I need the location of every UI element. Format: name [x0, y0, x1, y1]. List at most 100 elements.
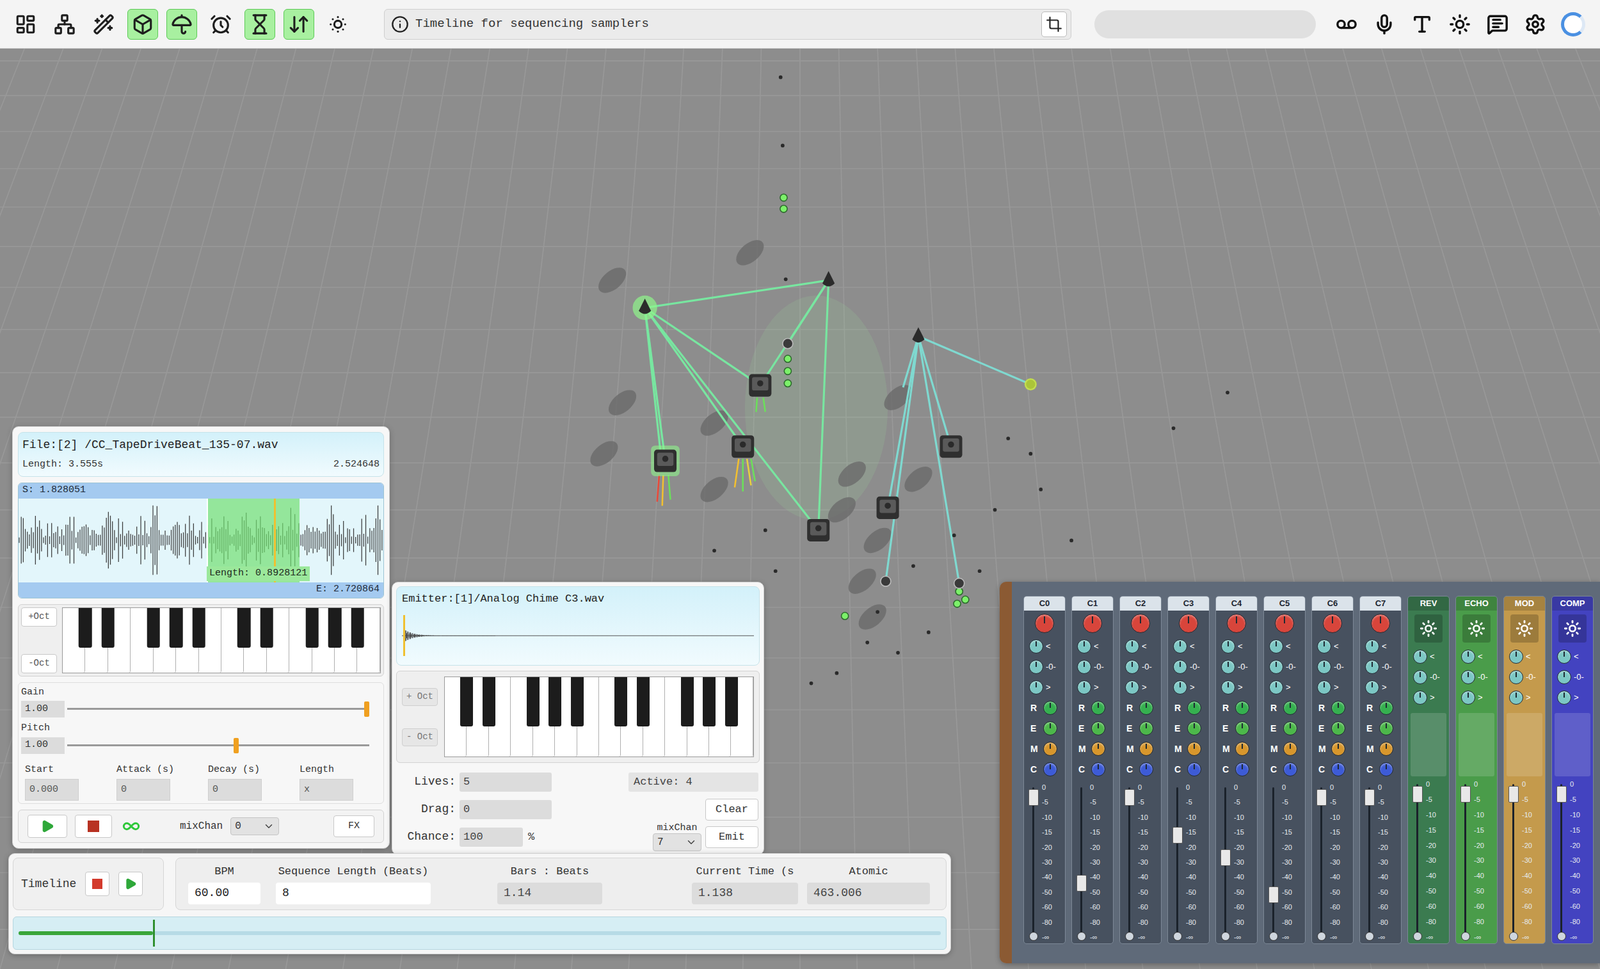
black-key[interactable] [101, 608, 116, 649]
knob[interactable] [1139, 700, 1154, 715]
drag-input[interactable]: 0 [459, 800, 552, 820]
clear-button[interactable]: Clear [705, 798, 759, 821]
knob[interactable] [1331, 762, 1346, 777]
knob[interactable] [1283, 741, 1298, 756]
black-key[interactable] [78, 608, 93, 649]
knob[interactable] [1331, 721, 1346, 736]
knob[interactable] [1029, 680, 1044, 695]
start-bar[interactable]: S: 1.828051 [18, 483, 384, 499]
knob[interactable] [1235, 721, 1250, 736]
knob[interactable] [1557, 670, 1572, 685]
loop-button[interactable] [119, 814, 143, 838]
stop-button[interactable] [74, 814, 112, 838]
knob[interactable] [1331, 741, 1346, 756]
knob[interactable] [1379, 741, 1394, 756]
fader[interactable]: 0-5-10-15-20-30-40-50-60-80-∞ [1120, 779, 1161, 944]
knob[interactable] [1125, 639, 1140, 654]
black-key[interactable] [305, 608, 319, 649]
knob[interactable] [1322, 613, 1343, 633]
timeline-scrubber[interactable] [12, 916, 947, 950]
knob[interactable] [1269, 659, 1284, 674]
knob[interactable] [1077, 659, 1092, 674]
tool-button[interactable] [166, 8, 198, 40]
fader[interactable]: 0-5-10-15-20-30-40-50-60-80-∞ [1024, 779, 1065, 944]
black-key[interactable] [614, 677, 628, 727]
fader-thumb[interactable] [1556, 785, 1567, 803]
tool-button[interactable] [1406, 8, 1438, 40]
timeline-play-button[interactable] [118, 871, 143, 896]
knob[interactable] [1034, 613, 1055, 633]
knob[interactable] [1283, 700, 1298, 715]
slider-thumb[interactable] [364, 701, 370, 717]
knob[interactable] [1365, 680, 1380, 695]
knob[interactable] [1274, 613, 1295, 633]
knob[interactable] [1509, 670, 1524, 685]
fader-thumb[interactable] [1076, 874, 1087, 892]
knob[interactable] [1077, 639, 1092, 654]
knob[interactable] [1187, 721, 1202, 736]
effect-settings-button[interactable] [1510, 614, 1539, 643]
timeline-playhead[interactable] [152, 919, 155, 947]
knob[interactable] [1461, 649, 1476, 664]
field-value[interactable]: 8 [275, 882, 431, 905]
tool-button[interactable] [1331, 8, 1362, 40]
effect-settings-button[interactable] [1462, 614, 1491, 643]
black-key[interactable] [237, 608, 251, 649]
effect-settings-button[interactable] [1558, 614, 1587, 643]
tool-button[interactable] [1557, 8, 1589, 40]
piano-keyboard[interactable] [444, 676, 754, 758]
black-key[interactable] [146, 608, 160, 649]
black-key[interactable] [570, 677, 584, 727]
knob[interactable] [1331, 700, 1346, 715]
knob[interactable] [1043, 721, 1058, 736]
knob[interactable] [1509, 649, 1524, 664]
knob[interactable] [1173, 639, 1188, 654]
octave-down-button[interactable]: -Oct [21, 654, 57, 674]
emitter-waveform[interactable] [401, 609, 754, 662]
tool-button[interactable] [1444, 8, 1476, 40]
timeline-panel[interactable]: TimelineBPM60.00Sequence Length (Beats)8… [8, 853, 952, 955]
fader-thumb[interactable] [1412, 785, 1423, 803]
knob[interactable] [1461, 670, 1476, 685]
black-key[interactable] [526, 677, 540, 727]
tool-button[interactable] [283, 8, 315, 40]
crop-button[interactable] [1041, 11, 1067, 38]
knob[interactable] [1125, 659, 1140, 674]
slider-value[interactable]: 1.00 [21, 737, 65, 754]
slider-thumb[interactable] [233, 737, 239, 754]
octave-up-button[interactable]: +Oct [21, 607, 57, 627]
chance-input[interactable]: 100 [459, 827, 523, 847]
knob[interactable] [1130, 613, 1151, 633]
knob[interactable] [1413, 649, 1428, 664]
knob[interactable] [1029, 639, 1044, 654]
knob[interactable] [1461, 690, 1476, 705]
black-key[interactable] [192, 608, 206, 649]
tool-button[interactable] [322, 8, 354, 40]
knob[interactable] [1283, 721, 1298, 736]
black-key[interactable] [350, 608, 365, 649]
timeline-stop-button[interactable] [85, 871, 110, 896]
black-key[interactable] [328, 608, 342, 649]
knob[interactable] [1091, 721, 1106, 736]
slider[interactable] [67, 700, 370, 718]
tool-button[interactable] [205, 8, 237, 40]
tool-button[interactable] [1482, 8, 1513, 40]
tool-button[interactable] [1520, 8, 1551, 40]
knob[interactable] [1283, 762, 1298, 777]
knob[interactable] [1043, 762, 1058, 777]
sampler-panel[interactable]: File:[2] /CC_TapeDriveBeat_135-07.wavLen… [12, 426, 390, 849]
fx-button[interactable]: FX [333, 815, 375, 838]
fader-thumb[interactable] [1316, 789, 1327, 806]
field-value[interactable]: 60.00 [188, 882, 261, 905]
knob[interactable] [1139, 762, 1154, 777]
knob[interactable] [1091, 741, 1106, 756]
knob[interactable] [1139, 721, 1154, 736]
play-button[interactable] [27, 814, 68, 838]
octave-up-button[interactable]: + Oct [401, 688, 438, 706]
knob[interactable] [1187, 741, 1202, 756]
knob[interactable] [1557, 649, 1572, 664]
knob[interactable] [1082, 613, 1103, 633]
fader-thumb[interactable] [1508, 785, 1519, 803]
knob[interactable] [1221, 680, 1236, 695]
knob[interactable] [1317, 680, 1332, 695]
